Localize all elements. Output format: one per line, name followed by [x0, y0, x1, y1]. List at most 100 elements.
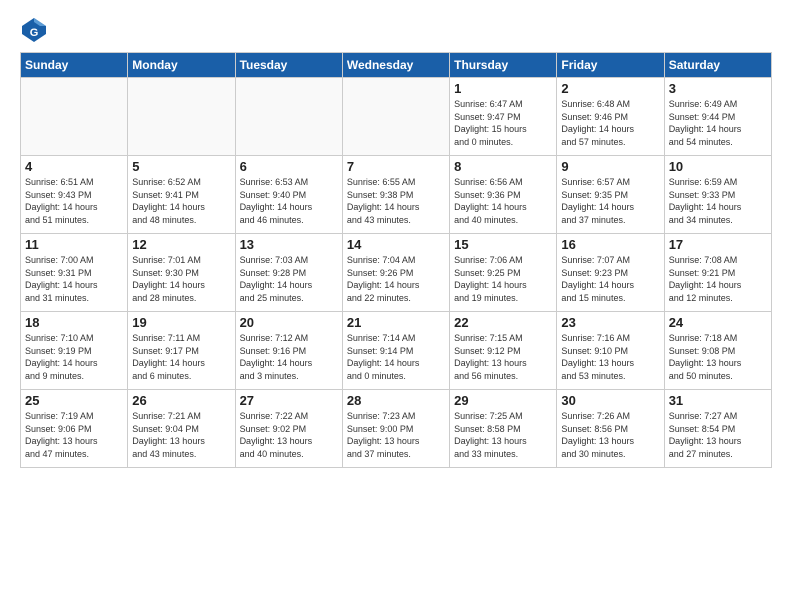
- calendar-cell: 28Sunrise: 7:23 AM Sunset: 9:00 PM Dayli…: [342, 390, 449, 468]
- header: G: [20, 16, 772, 44]
- calendar-cell: 3 Sunrise: 6:49 AM Sunset: 9:44 PM Daylig…: [664, 78, 771, 156]
- day-detail: Sunrise: 7:11 AM Sunset: 9:17 PM Dayligh…: [132, 332, 230, 382]
- day-number: 21: [347, 315, 445, 330]
- day-number: 25: [25, 393, 123, 408]
- calendar-cell: 15 Sunrise: 7:06 AM Sunset: 9:25 PM Dayli…: [450, 234, 557, 312]
- calendar-cell: 4 Sunrise: 6:51 AM Sunset: 9:43 PM Daylig…: [21, 156, 128, 234]
- weekday-header-monday: Monday: [128, 53, 235, 78]
- calendar-cell: 18 Sunrise: 7:10 AM Sunset: 9:19 PM Dayli…: [21, 312, 128, 390]
- day-detail: Sunrise: 7:15 AM Sunset: 9:12 PM Dayligh…: [454, 332, 552, 382]
- day-number: 1: [454, 81, 552, 96]
- calendar-cell: 24 Sunrise: 7:18 AM Sunset: 9:08 PM Dayli…: [664, 312, 771, 390]
- day-detail: Sunrise: 6:52 AM Sunset: 9:41 PM Dayligh…: [132, 176, 230, 226]
- calendar-cell: [21, 78, 128, 156]
- day-detail: Sunrise: 6:56 AM Sunset: 9:36 PM Dayligh…: [454, 176, 552, 226]
- calendar-cell: 7Sunrise: 6:55 AM Sunset: 9:38 PM Daylig…: [342, 156, 449, 234]
- calendar-cell: [342, 78, 449, 156]
- calendar-cell: [128, 78, 235, 156]
- page: G SundayMondayTuesdayWednesdayThursdayFr…: [0, 0, 792, 612]
- day-number: 29: [454, 393, 552, 408]
- weekday-header-sunday: Sunday: [21, 53, 128, 78]
- day-number: 4: [25, 159, 123, 174]
- day-detail: Sunrise: 7:23 AM Sunset: 9:00 PM Dayligh…: [347, 410, 445, 460]
- calendar-week-row: 18 Sunrise: 7:10 AM Sunset: 9:19 PM Dayli…: [21, 312, 772, 390]
- day-detail: Sunrise: 6:57 AM Sunset: 9:35 PM Dayligh…: [561, 176, 659, 226]
- calendar-cell: 10 Sunrise: 6:59 AM Sunset: 9:33 PM Dayli…: [664, 156, 771, 234]
- day-number: 27: [240, 393, 338, 408]
- day-number: 18: [25, 315, 123, 330]
- calendar-week-row: 1 Sunrise: 6:47 AM Sunset: 9:47 PM Daylig…: [21, 78, 772, 156]
- calendar-cell: 27 Sunrise: 7:22 AM Sunset: 9:02 PM Dayli…: [235, 390, 342, 468]
- day-detail: Sunrise: 7:10 AM Sunset: 9:19 PM Dayligh…: [25, 332, 123, 382]
- calendar-cell: 11Sunrise: 7:00 AM Sunset: 9:31 PM Dayli…: [21, 234, 128, 312]
- calendar-cell: 14Sunrise: 7:04 AM Sunset: 9:26 PM Dayli…: [342, 234, 449, 312]
- day-detail: Sunrise: 7:14 AM Sunset: 9:14 PM Dayligh…: [347, 332, 445, 382]
- day-detail: Sunrise: 6:51 AM Sunset: 9:43 PM Dayligh…: [25, 176, 123, 226]
- day-number: 9: [561, 159, 659, 174]
- logo-icon: G: [20, 16, 48, 44]
- calendar-week-row: 25 Sunrise: 7:19 AM Sunset: 9:06 PM Dayli…: [21, 390, 772, 468]
- day-number: 2: [561, 81, 659, 96]
- calendar-cell: 2 Sunrise: 6:48 AM Sunset: 9:46 PM Daylig…: [557, 78, 664, 156]
- day-detail: Sunrise: 7:26 AM Sunset: 8:56 PM Dayligh…: [561, 410, 659, 460]
- calendar-cell: 8 Sunrise: 6:56 AM Sunset: 9:36 PM Daylig…: [450, 156, 557, 234]
- calendar-cell: 29 Sunrise: 7:25 AM Sunset: 8:58 PM Dayli…: [450, 390, 557, 468]
- calendar-cell: 26Sunrise: 7:21 AM Sunset: 9:04 PM Dayli…: [128, 390, 235, 468]
- weekday-header-row: SundayMondayTuesdayWednesdayThursdayFrid…: [21, 53, 772, 78]
- calendar-cell: 22 Sunrise: 7:15 AM Sunset: 9:12 PM Dayli…: [450, 312, 557, 390]
- calendar-cell: 25 Sunrise: 7:19 AM Sunset: 9:06 PM Dayli…: [21, 390, 128, 468]
- day-detail: Sunrise: 6:53 AM Sunset: 9:40 PM Dayligh…: [240, 176, 338, 226]
- calendar-cell: 12Sunrise: 7:01 AM Sunset: 9:30 PM Dayli…: [128, 234, 235, 312]
- day-detail: Sunrise: 7:06 AM Sunset: 9:25 PM Dayligh…: [454, 254, 552, 304]
- day-detail: Sunrise: 7:19 AM Sunset: 9:06 PM Dayligh…: [25, 410, 123, 460]
- day-detail: Sunrise: 6:49 AM Sunset: 9:44 PM Dayligh…: [669, 98, 767, 148]
- weekday-header-thursday: Thursday: [450, 53, 557, 78]
- day-number: 22: [454, 315, 552, 330]
- calendar-cell: 5 Sunrise: 6:52 AM Sunset: 9:41 PM Daylig…: [128, 156, 235, 234]
- day-detail: Sunrise: 7:08 AM Sunset: 9:21 PM Dayligh…: [669, 254, 767, 304]
- day-detail: Sunrise: 7:03 AM Sunset: 9:28 PM Dayligh…: [240, 254, 338, 304]
- day-number: 14: [347, 237, 445, 252]
- calendar-cell: 20Sunrise: 7:12 AM Sunset: 9:16 PM Dayli…: [235, 312, 342, 390]
- day-number: 10: [669, 159, 767, 174]
- day-number: 16: [561, 237, 659, 252]
- day-detail: Sunrise: 7:27 AM Sunset: 8:54 PM Dayligh…: [669, 410, 767, 460]
- calendar-cell: 23Sunrise: 7:16 AM Sunset: 9:10 PM Dayli…: [557, 312, 664, 390]
- calendar-week-row: 11Sunrise: 7:00 AM Sunset: 9:31 PM Dayli…: [21, 234, 772, 312]
- calendar-table: SundayMondayTuesdayWednesdayThursdayFrid…: [20, 52, 772, 468]
- day-number: 20: [240, 315, 338, 330]
- day-detail: Sunrise: 7:18 AM Sunset: 9:08 PM Dayligh…: [669, 332, 767, 382]
- day-detail: Sunrise: 6:48 AM Sunset: 9:46 PM Dayligh…: [561, 98, 659, 148]
- calendar-cell: 17 Sunrise: 7:08 AM Sunset: 9:21 PM Dayli…: [664, 234, 771, 312]
- day-number: 5: [132, 159, 230, 174]
- calendar-cell: 9 Sunrise: 6:57 AM Sunset: 9:35 PM Daylig…: [557, 156, 664, 234]
- weekday-header-saturday: Saturday: [664, 53, 771, 78]
- calendar-cell: 31 Sunrise: 7:27 AM Sunset: 8:54 PM Dayli…: [664, 390, 771, 468]
- day-number: 23: [561, 315, 659, 330]
- calendar-cell: 30 Sunrise: 7:26 AM Sunset: 8:56 PM Dayli…: [557, 390, 664, 468]
- day-number: 26: [132, 393, 230, 408]
- day-number: 3: [669, 81, 767, 96]
- calendar-cell: 6 Sunrise: 6:53 AM Sunset: 9:40 PM Daylig…: [235, 156, 342, 234]
- logo: G: [20, 16, 52, 44]
- calendar-cell: 21 Sunrise: 7:14 AM Sunset: 9:14 PM Dayli…: [342, 312, 449, 390]
- calendar-cell: 1 Sunrise: 6:47 AM Sunset: 9:47 PM Daylig…: [450, 78, 557, 156]
- day-number: 24: [669, 315, 767, 330]
- weekday-header-wednesday: Wednesday: [342, 53, 449, 78]
- day-number: 31: [669, 393, 767, 408]
- day-number: 30: [561, 393, 659, 408]
- day-number: 6: [240, 159, 338, 174]
- day-number: 13: [240, 237, 338, 252]
- day-detail: Sunrise: 7:22 AM Sunset: 9:02 PM Dayligh…: [240, 410, 338, 460]
- day-number: 11: [25, 237, 123, 252]
- day-detail: Sunrise: 6:59 AM Sunset: 9:33 PM Dayligh…: [669, 176, 767, 226]
- day-number: 8: [454, 159, 552, 174]
- day-detail: Sunrise: 6:47 AM Sunset: 9:47 PM Dayligh…: [454, 98, 552, 148]
- day-number: 15: [454, 237, 552, 252]
- day-detail: Sunrise: 7:07 AM Sunset: 9:23 PM Dayligh…: [561, 254, 659, 304]
- day-detail: Sunrise: 7:25 AM Sunset: 8:58 PM Dayligh…: [454, 410, 552, 460]
- calendar-week-row: 4 Sunrise: 6:51 AM Sunset: 9:43 PM Daylig…: [21, 156, 772, 234]
- day-number: 17: [669, 237, 767, 252]
- calendar-cell: 16 Sunrise: 7:07 AM Sunset: 9:23 PM Dayli…: [557, 234, 664, 312]
- calendar-cell: 13 Sunrise: 7:03 AM Sunset: 9:28 PM Dayli…: [235, 234, 342, 312]
